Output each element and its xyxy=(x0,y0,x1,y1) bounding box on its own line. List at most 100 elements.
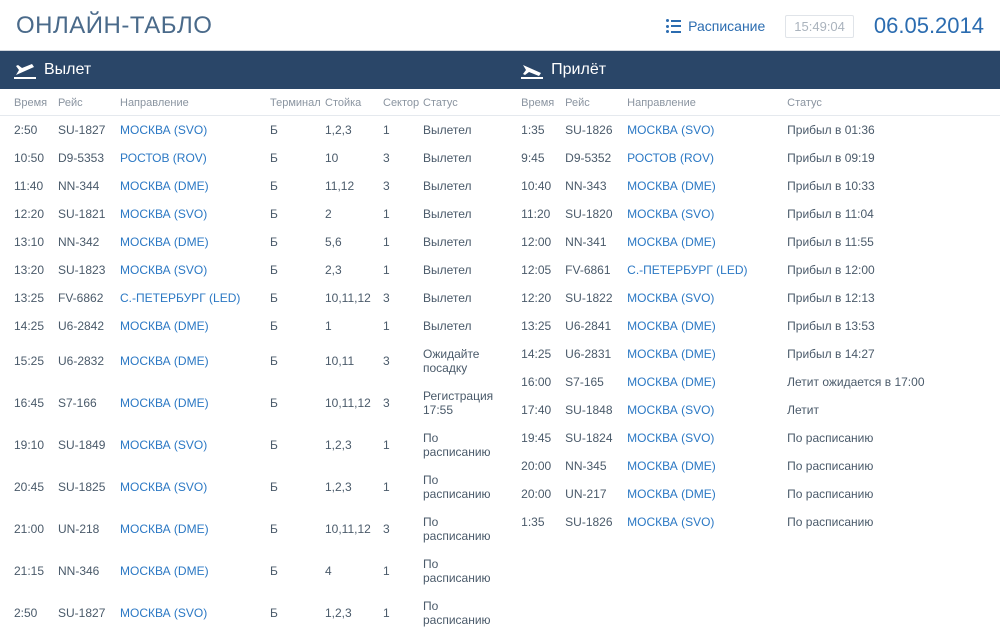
cell-time: 16:45 xyxy=(14,396,58,410)
cell-desk: 1 xyxy=(325,319,383,333)
cell-time: 13:20 xyxy=(14,263,58,277)
arrivals-columns: Время Рейс Направление Статус xyxy=(507,89,1000,116)
schedule-link[interactable]: Расписание xyxy=(666,18,765,34)
destination-link[interactable]: МОСКВА (DME) xyxy=(120,564,209,578)
cell-status: Прибыл в 10:33 xyxy=(787,179,986,193)
destination-link[interactable]: МОСКВА (SVO) xyxy=(627,123,714,137)
cell-sector: 3 xyxy=(383,396,423,410)
destination-link[interactable]: МОСКВА (SVO) xyxy=(627,515,714,529)
destination-link[interactable]: МОСКВА (DME) xyxy=(627,235,716,249)
destination-link[interactable]: С.-ПЕТЕРБУРГ (LED) xyxy=(120,291,240,305)
table-row: 16:00S7-165МОСКВА (DME)Летит ожидается в… xyxy=(507,368,1000,396)
cell-sector: 1 xyxy=(383,319,423,333)
cell-time: 14:25 xyxy=(14,319,58,333)
destination-link[interactable]: МОСКВА (SVO) xyxy=(627,431,714,445)
cell-time: 1:35 xyxy=(521,123,565,137)
cell-time: 11:20 xyxy=(521,207,565,221)
clock: 15:49:04 xyxy=(785,15,854,38)
cell-flight: NN-346 xyxy=(58,564,120,578)
cell-desk: 10,11,12 xyxy=(325,291,383,305)
cell-sector: 3 xyxy=(383,179,423,193)
cell-time: 21:15 xyxy=(14,564,58,578)
cell-sector: 1 xyxy=(383,438,423,452)
table-row: 14:25U6-2842МОСКВА (DME)Б11Вылетел xyxy=(0,312,507,340)
cell-sector: 3 xyxy=(383,354,423,368)
destination-link[interactable]: МОСКВА (DME) xyxy=(627,459,716,473)
table-row: 12:20SU-1822МОСКВА (SVO)Прибыл в 12:13 xyxy=(507,284,1000,312)
destination-link[interactable]: МОСКВА (SVO) xyxy=(120,438,207,452)
cell-flight: FV-6861 xyxy=(565,263,627,277)
departures-columns: Время Рейс Направление Терминал Стойка С… xyxy=(0,89,507,116)
table-row: 12:20SU-1821МОСКВА (SVO)Б21Вылетел xyxy=(0,200,507,228)
destination-link[interactable]: МОСКВА (SVO) xyxy=(120,207,207,221)
cell-status: Прибыл в 13:53 xyxy=(787,319,986,333)
cell-desk: 11,12 xyxy=(325,179,383,193)
cell-flight: SU-1820 xyxy=(565,207,627,221)
cell-status: По расписанию xyxy=(423,557,493,585)
cell-status: Прибыл в 12:00 xyxy=(787,263,986,277)
cell-desk: 10,11,12 xyxy=(325,396,383,410)
destination-link[interactable]: МОСКВА (SVO) xyxy=(627,291,714,305)
col-sector: Сектор xyxy=(383,97,423,109)
destination-link[interactable]: РОСТОВ (ROV) xyxy=(627,151,714,165)
cell-flight: NN-344 xyxy=(58,179,120,193)
destination-link[interactable]: МОСКВА (DME) xyxy=(120,235,209,249)
cell-time: 13:25 xyxy=(521,319,565,333)
page-header: ОНЛАЙН-ТАБЛО Расписание 15:49:04 06.05.2… xyxy=(0,0,1000,51)
cell-status: По расписанию xyxy=(787,459,986,473)
cell-flight: SU-1848 xyxy=(565,403,627,417)
cell-flight: U6-2841 xyxy=(565,319,627,333)
cell-status: Вылетел xyxy=(423,179,493,193)
destination-link[interactable]: МОСКВА (DME) xyxy=(627,319,716,333)
cell-flight: D9-5353 xyxy=(58,151,120,165)
departures-title: Вылет xyxy=(44,61,91,79)
cell-time: 10:40 xyxy=(521,179,565,193)
cell-flight: SU-1825 xyxy=(58,480,120,494)
cell-time: 16:00 xyxy=(521,375,565,389)
destination-link[interactable]: РОСТОВ (ROV) xyxy=(120,151,207,165)
cell-flight: SU-1821 xyxy=(58,207,120,221)
destination-link[interactable]: МОСКВА (DME) xyxy=(120,179,209,193)
table-row: 13:20SU-1823МОСКВА (SVO)Б2,31Вылетел xyxy=(0,256,507,284)
cell-time: 1:35 xyxy=(521,515,565,529)
destination-link[interactable]: МОСКВА (DME) xyxy=(120,354,209,368)
cell-status: По расписанию xyxy=(423,431,493,459)
cell-time: 12:20 xyxy=(521,291,565,305)
page-title: ОНЛАЙН-ТАБЛО xyxy=(16,12,212,40)
destination-link[interactable]: МОСКВА (DME) xyxy=(120,319,209,333)
cell-flight: UN-217 xyxy=(565,487,627,501)
table-row: 13:25FV-6862С.-ПЕТЕРБУРГ (LED)Б10,11,123… xyxy=(0,284,507,312)
destination-link[interactable]: С.-ПЕТЕРБУРГ (LED) xyxy=(627,263,747,277)
destination-link[interactable]: МОСКВА (DME) xyxy=(627,347,716,361)
arrivals-title: Прилёт xyxy=(551,61,606,79)
destination-link[interactable]: МОСКВА (DME) xyxy=(627,487,716,501)
cell-terminal: Б xyxy=(270,564,325,578)
col-status: Статус xyxy=(423,97,493,109)
table-row: 19:45SU-1824МОСКВА (SVO)По расписанию xyxy=(507,424,1000,452)
cell-status: Вылетел xyxy=(423,263,493,277)
destination-link[interactable]: МОСКВА (DME) xyxy=(627,375,716,389)
destination-link[interactable]: МОСКВА (SVO) xyxy=(627,403,714,417)
destination-link[interactable]: МОСКВА (DME) xyxy=(120,396,209,410)
cell-status: Летит xyxy=(787,403,986,417)
destination-link[interactable]: МОСКВА (DME) xyxy=(120,522,209,536)
destination-link[interactable]: МОСКВА (SVO) xyxy=(120,480,207,494)
col-flight: Рейс xyxy=(58,97,120,109)
destination-link[interactable]: МОСКВА (SVO) xyxy=(120,263,207,277)
cell-flight: S7-166 xyxy=(58,396,120,410)
destination-link[interactable]: МОСКВА (SVO) xyxy=(120,606,207,620)
table-row: 12:05FV-6861С.-ПЕТЕРБУРГ (LED)Прибыл в 1… xyxy=(507,256,1000,284)
destination-link[interactable]: МОСКВА (SVO) xyxy=(120,123,207,137)
destination-link[interactable]: МОСКВА (SVO) xyxy=(627,207,714,221)
cell-time: 9:45 xyxy=(521,151,565,165)
table-row: 10:40NN-343МОСКВА (DME)Прибыл в 10:33 xyxy=(507,172,1000,200)
date[interactable]: 06.05.2014 xyxy=(874,13,984,39)
col-desk: Стойка xyxy=(325,97,383,109)
cell-status: Вылетел xyxy=(423,207,493,221)
table-row: 2:50SU-1827МОСКВА (SVO)Б1,2,31Вылетел xyxy=(0,116,507,144)
table-row: 21:00UN-218МОСКВА (DME)Б10,11,123По расп… xyxy=(0,508,507,550)
destination-link[interactable]: МОСКВА (DME) xyxy=(627,179,716,193)
cell-status: По расписанию xyxy=(423,515,493,543)
cell-sector: 3 xyxy=(383,291,423,305)
header-controls: Расписание 15:49:04 06.05.2014 xyxy=(666,13,984,39)
